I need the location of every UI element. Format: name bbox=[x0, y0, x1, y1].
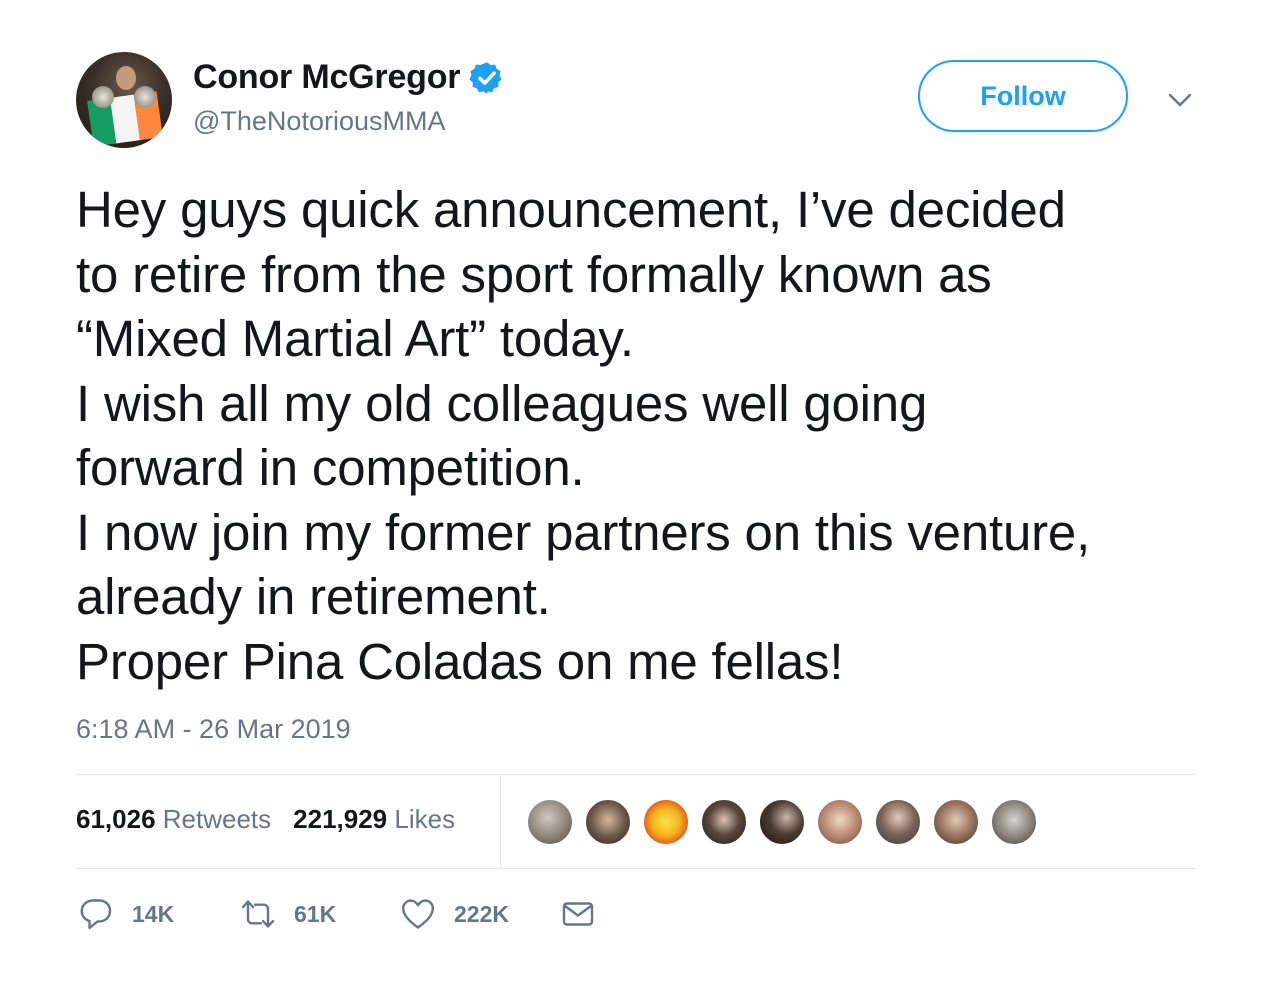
liker-avatar[interactable] bbox=[700, 798, 748, 846]
follow-button[interactable]: Follow bbox=[918, 60, 1128, 132]
verified-badge-icon bbox=[469, 61, 502, 94]
liker-avatar[interactable] bbox=[758, 798, 806, 846]
envelope-icon bbox=[562, 902, 594, 926]
liker-avatar[interactable] bbox=[816, 798, 864, 846]
liker-avatar[interactable] bbox=[642, 798, 690, 846]
retweets-stat[interactable]: 61,026 Retweets bbox=[76, 804, 271, 835]
likers-avatars bbox=[526, 798, 1048, 846]
likes-label: Likes bbox=[394, 804, 456, 834]
reply-count: 14K bbox=[132, 900, 175, 927]
head-graphic bbox=[116, 66, 136, 90]
belt-graphic bbox=[92, 86, 114, 108]
liker-avatar[interactable] bbox=[526, 798, 574, 846]
user-avatar[interactable] bbox=[76, 52, 172, 148]
likes-count: 221,929 bbox=[293, 804, 388, 834]
liker-avatar[interactable] bbox=[584, 798, 632, 846]
chevron-down-icon[interactable] bbox=[1164, 84, 1196, 116]
tweet-line: I wish all my old colleagues well going bbox=[76, 374, 928, 432]
retweet-action[interactable]: 61K bbox=[240, 896, 336, 932]
tweet-line: “Mixed Martial Art” today. bbox=[76, 310, 634, 367]
like-action[interactable]: 222K bbox=[400, 896, 509, 932]
reply-icon bbox=[80, 899, 112, 930]
tweet-line: Hey guys quick announcement, I’ve decide… bbox=[76, 181, 1066, 238]
tweet-text: Hey guys quick announcement, I’ve decide… bbox=[76, 178, 1256, 694]
tweet-line: I now join my former partners on this ve… bbox=[76, 503, 1091, 561]
tweet-line: to retire from the sport formally known … bbox=[76, 245, 992, 303]
tweet-line: forward in competition. bbox=[76, 439, 585, 496]
retweet-count: 61K bbox=[294, 900, 337, 927]
divider bbox=[500, 775, 501, 868]
like-count: 222K bbox=[454, 900, 509, 927]
retweets-count: 61,026 bbox=[76, 804, 156, 834]
divider bbox=[76, 868, 1196, 869]
liker-avatar[interactable] bbox=[990, 798, 1038, 846]
tweet-stats: 61,026 Retweets 221,929 Likes bbox=[76, 804, 455, 835]
retweet-icon bbox=[241, 900, 275, 928]
retweets-label: Retweets bbox=[162, 804, 272, 834]
user-handle[interactable]: @TheNotoriousMMA bbox=[193, 106, 445, 137]
direct-message-action[interactable] bbox=[560, 896, 596, 932]
display-name[interactable]: Conor McGregor bbox=[193, 58, 461, 97]
heart-icon bbox=[402, 899, 434, 929]
liker-avatar[interactable] bbox=[874, 798, 922, 846]
divider bbox=[76, 774, 1196, 775]
name-row: Conor McGregor bbox=[193, 58, 505, 97]
reply-action[interactable]: 14K bbox=[78, 896, 174, 932]
tweet-line: Proper Pina Coladas on me fellas! bbox=[76, 632, 844, 690]
tweet-timestamp[interactable]: 6:18 AM - 26 Mar 2019 bbox=[76, 714, 351, 745]
likes-stat[interactable]: 221,929 Likes bbox=[293, 804, 455, 835]
tweet-line: already in retirement. bbox=[76, 568, 551, 625]
liker-avatar[interactable] bbox=[932, 798, 980, 846]
belt-graphic bbox=[134, 86, 156, 108]
tweet-card: Conor McGregor @TheNotoriousMMA Follow H… bbox=[0, 0, 1268, 986]
